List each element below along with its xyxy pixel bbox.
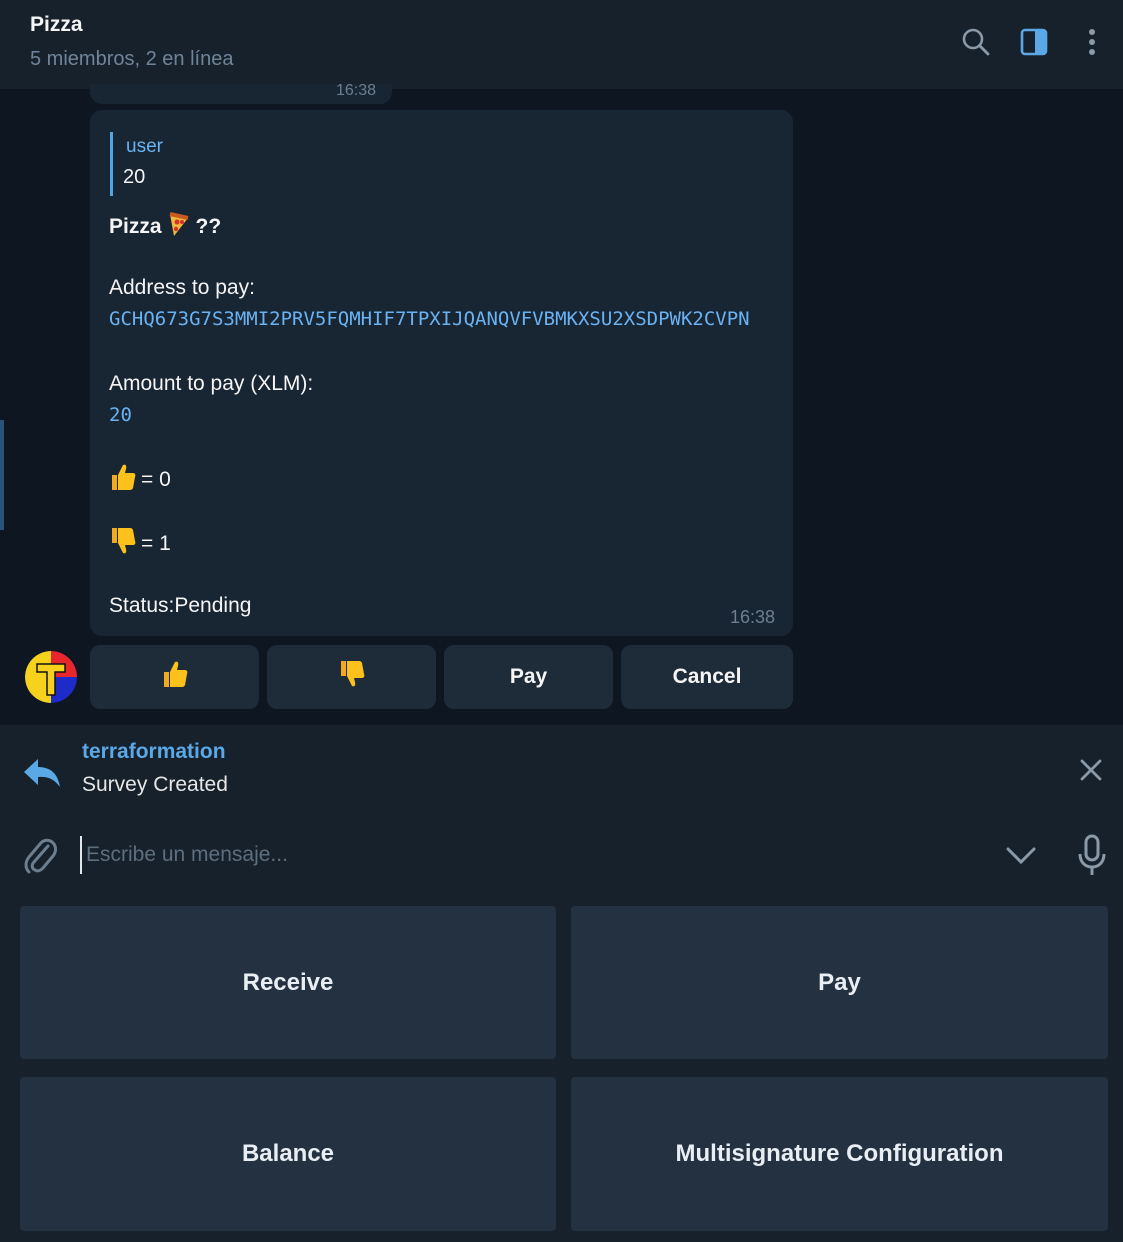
reply-bar-name: terraformation [82,740,226,763]
upvote-count-text: = 0 [141,468,171,491]
telegram-window: Pizza 5 miembros, 2 en línea 16:38 user … [0,0,1123,1242]
message-input[interactable] [80,836,960,874]
microphone-icon[interactable] [1076,834,1108,883]
more-options-icon[interactable] [1074,24,1110,60]
downvote-count: = 1 [109,526,171,562]
address-label: Address to pay: [109,276,255,299]
reply-quote[interactable]: user 20 [110,132,163,196]
chat-header[interactable]: Pizza 5 miembros, 2 en línea [0,0,1123,90]
thumbs-up-icon [109,462,137,498]
chat-subtitle: 5 miembros, 2 en línea [30,48,234,70]
close-icon[interactable] [1076,755,1106,790]
sidebar-toggle-icon[interactable] [1016,24,1052,60]
thumbs-down-icon [338,659,366,695]
reply-arrow-icon [22,755,62,796]
pizza-icon [166,210,192,244]
reply-quote-text: 20 [123,166,146,188]
downvote-count-text: = 1 [141,532,171,555]
amount-label: Amount to pay (XLM): [109,372,314,395]
multisignature-configuration-button[interactable]: Multisignature Configuration [571,1077,1108,1231]
amount-value[interactable]: 20 [109,404,132,426]
message-bubble[interactable]: user 20 Pizza ?? Address to pay: GCHQ673… [90,110,793,636]
reply-preview-bar[interactable]: terraformation Survey Created [0,725,1123,822]
message-title-text: Pizza [109,215,162,238]
address-value[interactable]: GCHQ673G7S3MMI2PRV5FQMHIF7TPXIJQANQVFVBM… [109,308,750,330]
balance-button[interactable]: Balance [20,1077,556,1231]
status-text: Status:Pending [109,594,252,617]
scroll-indicator [0,420,4,530]
message-time: 16:38 [729,607,775,627]
message-title-suffix: ?? [195,215,222,238]
bot-keyboard: Receive Pay Balance Multisignature Confi… [0,888,1123,1242]
previous-message-bubble: 16:38 [90,82,392,104]
upvote-button[interactable] [90,645,259,709]
upvote-count: = 0 [109,462,171,498]
reply-bar-text: Survey Created [82,773,228,796]
chevron-down-icon[interactable] [1004,840,1038,875]
pay-button[interactable]: Pay [571,906,1108,1059]
message-composer [0,822,1123,888]
message-title: Pizza ?? [109,210,221,244]
reply-quote-name: user [126,136,163,157]
downvote-button[interactable] [267,645,436,709]
avatar[interactable] [25,651,77,703]
chat-title[interactable]: Pizza [30,13,83,37]
inline-cancel-button[interactable]: Cancel [621,645,793,709]
receive-button[interactable]: Receive [20,906,556,1059]
previous-message-time: 16:38 [335,82,376,99]
thumbs-down-icon [109,526,137,562]
search-icon[interactable] [958,24,994,60]
paperclip-icon[interactable] [22,836,58,881]
inline-pay-button[interactable]: Pay [444,645,613,709]
thumbs-up-icon [161,659,189,695]
